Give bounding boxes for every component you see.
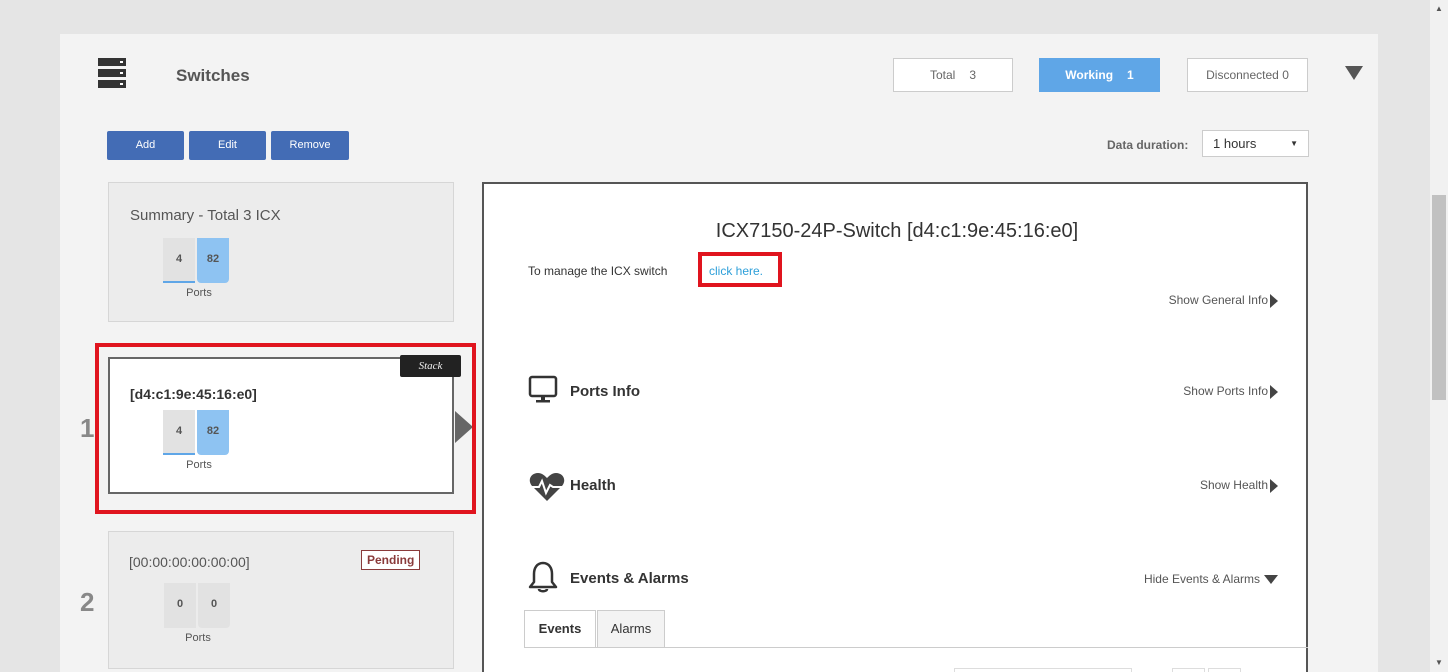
hide-events-alarms-toggle[interactable]: Hide Events & Alarms bbox=[1144, 572, 1278, 586]
duration-value: 1 hours bbox=[1213, 136, 1257, 151]
toggle-label: Show Ports Info bbox=[1183, 384, 1268, 398]
tab-alarms[interactable]: Alarms bbox=[597, 610, 665, 648]
triangle-down-icon bbox=[1264, 575, 1278, 585]
top-strip bbox=[0, 0, 1430, 10]
scroll-up-icon[interactable]: ▲ bbox=[1430, 0, 1448, 18]
bell-icon bbox=[528, 561, 558, 593]
ports-info-title: Ports Info bbox=[570, 383, 640, 400]
scroll-down-icon[interactable]: ▼ bbox=[1430, 654, 1448, 672]
data-duration-select[interactable]: 1 hours ▼ bbox=[1202, 130, 1309, 157]
summary-title: Summary - Total 3 ICX bbox=[130, 207, 281, 224]
ports-widget: 00 Ports bbox=[162, 583, 232, 644]
triangle-right-icon bbox=[1270, 478, 1278, 493]
total-value: 3 bbox=[969, 68, 977, 82]
triangle-right-icon bbox=[1270, 293, 1278, 308]
toggle-label: Show General Info bbox=[1168, 293, 1268, 307]
toolbar-button[interactable] bbox=[1208, 668, 1241, 672]
toggle-label: Show Health bbox=[1199, 478, 1268, 492]
heartbeat-icon bbox=[529, 473, 565, 501]
total-label: Total bbox=[929, 68, 956, 82]
ports-label: Ports bbox=[186, 287, 212, 299]
working-label: Working bbox=[1065, 68, 1114, 82]
remove-button[interactable]: Remove bbox=[271, 131, 349, 160]
port-count-b: 0 bbox=[198, 583, 230, 628]
working-value: 1 bbox=[1127, 68, 1134, 82]
switch-stack-icon bbox=[98, 58, 126, 90]
switch-card-title: [00:00:00:00:00:00] bbox=[129, 554, 250, 570]
switch-index-2: 2 bbox=[80, 587, 95, 617]
summary-card[interactable]: Summary - Total 3 ICX 4 82 Ports bbox=[108, 182, 454, 322]
search-input[interactable] bbox=[954, 668, 1132, 672]
switch-index-1: 1 bbox=[80, 413, 95, 443]
tab-events[interactable]: Events bbox=[524, 610, 596, 648]
disconnected-stat[interactable]: Disconnected 0 bbox=[1187, 58, 1308, 92]
monitor-icon bbox=[528, 375, 558, 403]
tab-divider bbox=[524, 647, 1308, 648]
detail-title: ICX7150-24P-Switch [d4:c1:9e:45:16:e0] bbox=[715, 220, 1079, 242]
show-ports-info-toggle[interactable]: Show Ports Info bbox=[1183, 384, 1278, 399]
health-title: Health bbox=[570, 477, 616, 494]
ports-label: Ports bbox=[185, 632, 211, 644]
manage-text: To manage the ICX switch bbox=[528, 264, 668, 278]
highlight-box-card bbox=[95, 343, 476, 514]
port-count-a: 0 bbox=[164, 583, 196, 628]
port-count-a: 4 bbox=[163, 238, 195, 283]
scroll-thumb[interactable] bbox=[1432, 195, 1446, 400]
show-general-info-toggle[interactable]: Show General Info bbox=[1169, 293, 1278, 308]
disconnected-label: Disconnected bbox=[1206, 68, 1279, 82]
toggle-label: Hide Events & Alarms bbox=[1143, 572, 1260, 586]
disconnected-value: 0 bbox=[1282, 68, 1289, 82]
page-scrollbar[interactable]: ▲ ▼ bbox=[1430, 0, 1448, 672]
pending-badge: Pending bbox=[361, 550, 421, 570]
edit-button[interactable]: Edit bbox=[189, 131, 266, 160]
chevron-down-icon: ▼ bbox=[1290, 139, 1298, 148]
events-alarms-title: Events & Alarms bbox=[570, 570, 689, 587]
highlight-box-link bbox=[698, 252, 782, 287]
total-stat[interactable]: Total 3 bbox=[893, 58, 1013, 92]
show-health-toggle[interactable]: Show Health bbox=[1200, 478, 1278, 493]
ports-widget: 4 82 Ports bbox=[163, 238, 233, 299]
switch-card-2[interactable]: [00:00:00:00:00:00] Pending 00 Ports bbox=[108, 531, 454, 669]
toolbar-button[interactable] bbox=[1172, 668, 1205, 672]
collapse-triangle-icon[interactable] bbox=[1345, 66, 1363, 80]
working-stat[interactable]: Working 1 bbox=[1039, 58, 1160, 92]
port-count-b: 82 bbox=[197, 238, 229, 283]
switch-detail-panel: ICX7150-24P-Switch [d4:c1:9e:45:16:e0] T… bbox=[482, 182, 1308, 672]
page-title: Switches bbox=[176, 66, 250, 85]
add-button[interactable]: Add bbox=[107, 131, 184, 160]
triangle-right-icon bbox=[1270, 384, 1278, 399]
data-duration-label: Data duration: bbox=[1107, 138, 1189, 152]
